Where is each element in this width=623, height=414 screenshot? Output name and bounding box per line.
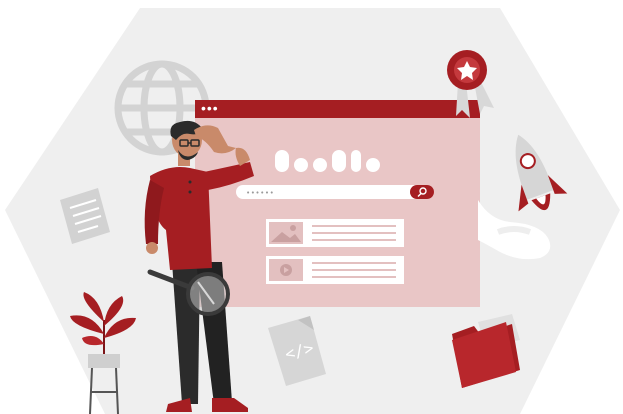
browser-window-dots: •••	[201, 100, 219, 116]
search-illustration: ••• •••••• </>	[5, 8, 620, 414]
search-result-image[interactable]	[266, 219, 404, 247]
browser-title-bar	[195, 100, 480, 118]
browser-window: ••• ••••••	[195, 100, 480, 307]
search-placeholder: ••••••	[246, 189, 274, 197]
magnifier-glass	[186, 272, 230, 316]
search-result-video[interactable]	[266, 256, 404, 284]
search-button[interactable]	[410, 185, 434, 199]
